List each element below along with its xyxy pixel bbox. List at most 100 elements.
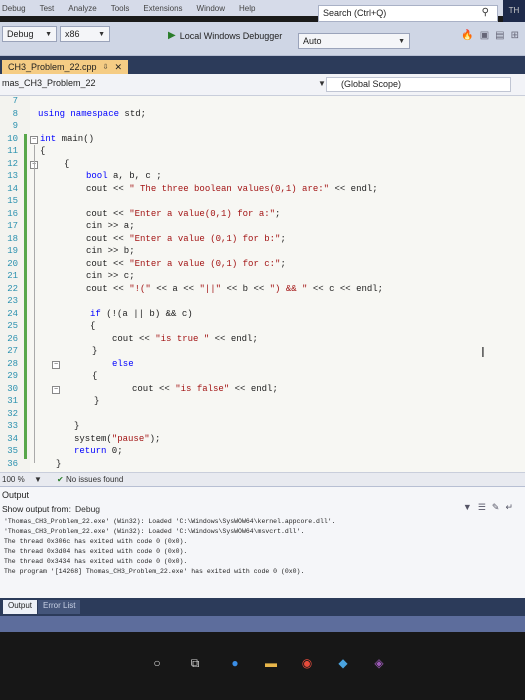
layout-icon[interactable]: ⊞: [511, 30, 519, 41]
code-line-22: cout << "!(" << a << "||" << b << ") && …: [86, 284, 384, 294]
line-number: 17: [7, 221, 18, 231]
find-icon[interactable]: ☰: [478, 502, 486, 513]
check-icon: ✔: [57, 475, 64, 484]
line-number: 25: [7, 321, 18, 331]
edge-icon[interactable]: ●: [228, 656, 242, 670]
line-number: 12: [7, 159, 18, 169]
menu-tools[interactable]: Tools: [111, 4, 130, 13]
code-line-11: {: [40, 146, 46, 156]
chevron-down-icon: ▼: [45, 30, 52, 38]
config-value: Debug: [7, 29, 34, 39]
line-number: 14: [7, 184, 18, 194]
tab-label: CH3_Problem_22.cpp: [8, 62, 97, 72]
output-toolbar: ▼ ☰ ✎ ↵: [463, 502, 513, 513]
line-number: 30: [7, 384, 18, 394]
menu-help[interactable]: Help: [239, 4, 255, 13]
collapse-icon[interactable]: −: [52, 361, 60, 369]
issues-indicator[interactable]: ✔ No issues found: [57, 475, 123, 484]
config-dropdown[interactable]: Debug ▼: [2, 26, 57, 42]
code-line-14: cout << " The three boolean values(0,1) …: [86, 184, 378, 194]
chrome-icon[interactable]: ◉: [300, 656, 314, 670]
line-number: 28: [7, 359, 18, 369]
windows-taskbar: ○ ⧉ ● ▬ ◉ ◆ ◈: [0, 632, 525, 700]
menu-debug[interactable]: Debug: [2, 4, 26, 13]
run-mode-dropdown[interactable]: Auto ▼: [298, 33, 410, 49]
output-source-label: Show output from:: [2, 504, 71, 514]
task-view-icon[interactable]: ⧉: [188, 656, 202, 670]
store-icon[interactable]: ◆: [336, 656, 350, 670]
code-editor[interactable]: 7 8 9 10 11 12 13 14 15 16 17 18 19 20 2…: [0, 96, 525, 472]
change-indicator-bar: [24, 134, 27, 459]
output-source-dropdown[interactable]: Debug: [75, 504, 100, 514]
visual-studio-icon[interactable]: ◈: [372, 656, 386, 670]
play-icon: ▶: [168, 30, 176, 41]
platform-dropdown[interactable]: x86 ▼: [60, 26, 110, 42]
line-number: 8: [12, 109, 18, 119]
camera-icon[interactable]: ▣: [480, 30, 489, 41]
global-scope-dropdown[interactable]: (Global Scope): [326, 77, 511, 92]
code-line-21: cin >> c;: [86, 271, 135, 281]
close-icon[interactable]: ✕: [114, 62, 122, 73]
ide-status-bar: [0, 616, 525, 632]
collapse-icon[interactable]: −: [30, 136, 38, 144]
line-number: 21: [7, 271, 18, 281]
tab-cpp-file[interactable]: CH3_Problem_22.cpp ⇩ ✕: [2, 60, 128, 74]
fire-icon[interactable]: 🔥: [461, 30, 473, 41]
line-number: 26: [7, 334, 18, 344]
search-icon: ⚲: [481, 7, 489, 18]
output-text[interactable]: 'Thomas_CH3_Problem_22.exe' (Win32): Loa…: [4, 517, 336, 577]
project-scope[interactable]: mas_CH3_Problem_22: [2, 78, 96, 88]
line-number: 13: [7, 171, 18, 181]
chevron-down-icon[interactable]: ▼: [318, 79, 326, 88]
line-number: 9: [12, 121, 18, 131]
menu-test[interactable]: Test: [40, 4, 55, 13]
output-panel: Output Show output from: Debug ▼ ☰ ✎ ↵ '…: [0, 486, 525, 598]
platform-value: x86: [65, 29, 80, 39]
output-line: The program '[14268] Thomas_CH3_Problem_…: [4, 568, 305, 575]
code-line-28: else: [112, 359, 134, 369]
line-number: 36: [7, 459, 18, 469]
line-number: 11: [7, 146, 18, 156]
tab-output[interactable]: Output: [3, 600, 38, 614]
code-line-33: }: [74, 421, 80, 431]
chevron-down-icon[interactable]: ▼: [34, 475, 42, 484]
file-explorer-icon[interactable]: ▬: [264, 656, 278, 670]
chevron-down-icon[interactable]: ▼: [463, 502, 472, 513]
code-line-13: bool a, b, c ;: [86, 171, 162, 181]
chevron-down-icon: ▼: [98, 30, 105, 38]
code-line-20: cout << "Enter a value (0,1) for c:";: [86, 259, 286, 269]
line-number: 31: [7, 396, 18, 406]
word-wrap-icon[interactable]: ↵: [505, 502, 513, 513]
fold-guide: [34, 145, 35, 463]
pin-icon[interactable]: ⇩: [103, 63, 109, 71]
search-icon[interactable]: ○: [150, 656, 164, 670]
menu-window[interactable]: Window: [197, 4, 225, 13]
line-number: 34: [7, 434, 18, 444]
local-debugger-button[interactable]: ▶ Local Windows Debugger: [168, 30, 282, 41]
line-number: 18: [7, 234, 18, 244]
menu-extensions[interactable]: Extensions: [143, 4, 182, 13]
issues-text: No issues found: [65, 475, 124, 484]
clear-icon[interactable]: ✎: [492, 502, 500, 513]
breakpoint-icon[interactable]: ▤: [495, 30, 504, 41]
zoom-level[interactable]: 100 %: [2, 475, 25, 484]
code-line-29: {: [92, 371, 98, 381]
code-line-16: cout << "Enter a value(0,1) for a:";: [86, 209, 281, 219]
line-number: 19: [7, 246, 18, 256]
search-input[interactable]: Search (Ctrl+Q) ⚲: [318, 5, 498, 22]
line-number: 32: [7, 409, 18, 419]
output-line: The thread 0x3d04 has exited with code 0…: [4, 548, 188, 555]
menu-analyze[interactable]: Analyze: [68, 4, 96, 13]
code-line-27: }: [92, 346, 98, 356]
code-line-24: if (!(a || b) && c): [90, 309, 193, 319]
line-number: 33: [7, 421, 18, 431]
code-line-26: cout << "is true " << endl;: [112, 334, 258, 344]
tab-error-list[interactable]: Error List: [38, 600, 81, 614]
code-line-30: cout << "is false" << endl;: [132, 384, 278, 394]
output-line: The thread 0x3434 has exited with code 0…: [4, 558, 188, 565]
code-line-35: return 0;: [74, 446, 123, 456]
user-badge[interactable]: TH: [503, 0, 525, 22]
code-line-19: cin >> b;: [86, 246, 135, 256]
line-number: 22: [7, 284, 18, 294]
collapse-icon[interactable]: −: [52, 386, 60, 394]
